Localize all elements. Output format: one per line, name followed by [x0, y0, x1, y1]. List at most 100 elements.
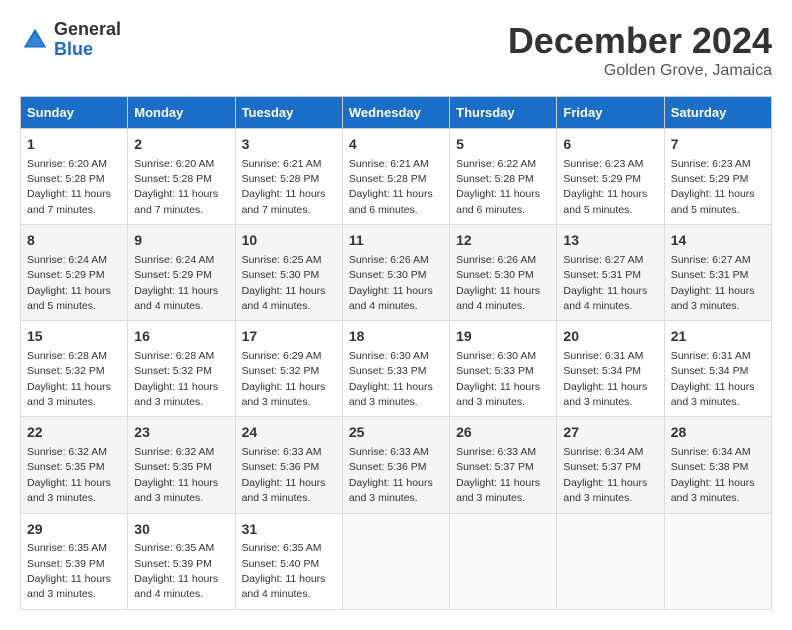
calendar-cell: 9 Sunrise: 6:24 AMSunset: 5:29 PMDaylight…: [128, 225, 235, 321]
title-section: December 2024 Golden Grove, Jamaica: [508, 20, 772, 80]
logo-icon: [20, 25, 50, 55]
location-title: Golden Grove, Jamaica: [508, 62, 772, 80]
day-info: Sunrise: 6:27 AMSunset: 5:31 PMDaylight:…: [563, 254, 647, 312]
day-info: Sunrise: 6:30 AMSunset: 5:33 PMDaylight:…: [456, 350, 540, 408]
day-number: 1: [27, 135, 121, 155]
calendar-header-row: SundayMondayTuesdayWednesdayThursdayFrid…: [21, 97, 772, 129]
day-info: Sunrise: 6:33 AMSunset: 5:36 PMDaylight:…: [242, 446, 326, 504]
calendar-cell: 22 Sunrise: 6:32 AMSunset: 5:35 PMDayligh…: [21, 417, 128, 513]
day-info: Sunrise: 6:20 AMSunset: 5:28 PMDaylight:…: [27, 158, 111, 216]
day-number: 7: [671, 135, 765, 155]
day-info: Sunrise: 6:30 AMSunset: 5:33 PMDaylight:…: [349, 350, 433, 408]
day-number: 26: [456, 423, 550, 443]
calendar-week-2: 8 Sunrise: 6:24 AMSunset: 5:29 PMDaylight…: [21, 225, 772, 321]
day-info: Sunrise: 6:23 AMSunset: 5:29 PMDaylight:…: [671, 158, 755, 216]
calendar-cell: 12 Sunrise: 6:26 AMSunset: 5:30 PMDayligh…: [450, 225, 557, 321]
day-info: Sunrise: 6:35 AMSunset: 5:39 PMDaylight:…: [27, 542, 111, 600]
calendar-cell: 16 Sunrise: 6:28 AMSunset: 5:32 PMDayligh…: [128, 321, 235, 417]
calendar-cell: 13Sunrise: 6:27 AMSunset: 5:31 PMDayligh…: [557, 225, 664, 321]
day-info: Sunrise: 6:26 AMSunset: 5:30 PMDaylight:…: [349, 254, 433, 312]
day-number: 25: [349, 423, 443, 443]
day-number: 16: [134, 327, 228, 347]
logo-blue: Blue: [54, 40, 121, 60]
day-number: 8: [27, 231, 121, 251]
calendar-cell: 23 Sunrise: 6:32 AMSunset: 5:35 PMDayligh…: [128, 417, 235, 513]
day-info: Sunrise: 6:24 AMSunset: 5:29 PMDaylight:…: [27, 254, 111, 312]
header-day-tuesday: Tuesday: [235, 97, 342, 129]
calendar-cell: 5 Sunrise: 6:22 AMSunset: 5:28 PMDaylight…: [450, 129, 557, 225]
day-info: Sunrise: 6:31 AMSunset: 5:34 PMDaylight:…: [671, 350, 755, 408]
calendar-cell: 25Sunrise: 6:33 AMSunset: 5:36 PMDayligh…: [342, 417, 449, 513]
day-number: 9: [134, 231, 228, 251]
day-info: Sunrise: 6:35 AMSunset: 5:40 PMDaylight:…: [242, 542, 326, 600]
day-number: 3: [242, 135, 336, 155]
calendar-cell: 18 Sunrise: 6:30 AMSunset: 5:33 PMDayligh…: [342, 321, 449, 417]
day-info: Sunrise: 6:22 AMSunset: 5:28 PMDaylight:…: [456, 158, 540, 216]
header-day-saturday: Saturday: [664, 97, 771, 129]
logo: General Blue: [20, 20, 121, 60]
day-number: 21: [671, 327, 765, 347]
calendar-cell: 2 Sunrise: 6:20 AMSunset: 5:28 PMDaylight…: [128, 129, 235, 225]
calendar-week-5: 29Sunrise: 6:35 AMSunset: 5:39 PMDayligh…: [21, 513, 772, 609]
day-info: Sunrise: 6:26 AMSunset: 5:30 PMDaylight:…: [456, 254, 540, 312]
header-day-friday: Friday: [557, 97, 664, 129]
day-info: Sunrise: 6:20 AMSunset: 5:28 PMDaylight:…: [134, 158, 218, 216]
calendar-week-4: 22 Sunrise: 6:32 AMSunset: 5:35 PMDayligh…: [21, 417, 772, 513]
calendar-week-3: 15Sunrise: 6:28 AMSunset: 5:32 PMDayligh…: [21, 321, 772, 417]
day-number: 17: [242, 327, 336, 347]
calendar-cell: [342, 513, 449, 609]
day-number: 28: [671, 423, 765, 443]
day-number: 5: [456, 135, 550, 155]
day-number: 18: [349, 327, 443, 347]
day-number: 4: [349, 135, 443, 155]
day-number: 23: [134, 423, 228, 443]
calendar-cell: 21 Sunrise: 6:31 AMSunset: 5:34 PMDayligh…: [664, 321, 771, 417]
calendar-week-1: 1 Sunrise: 6:20 AMSunset: 5:28 PMDaylight…: [21, 129, 772, 225]
month-title: December 2024: [508, 20, 772, 62]
day-info: Sunrise: 6:28 AMSunset: 5:32 PMDaylight:…: [27, 350, 111, 408]
header-day-sunday: Sunday: [21, 97, 128, 129]
calendar-cell: [664, 513, 771, 609]
calendar-table: SundayMondayTuesdayWednesdayThursdayFrid…: [20, 96, 772, 610]
day-info: Sunrise: 6:29 AMSunset: 5:32 PMDaylight:…: [242, 350, 326, 408]
day-info: Sunrise: 6:21 AMSunset: 5:28 PMDaylight:…: [242, 158, 326, 216]
day-number: 19: [456, 327, 550, 347]
day-info: Sunrise: 6:32 AMSunset: 5:35 PMDaylight:…: [27, 446, 111, 504]
day-number: 20: [563, 327, 657, 347]
day-number: 24: [242, 423, 336, 443]
day-number: 2: [134, 135, 228, 155]
day-info: Sunrise: 6:28 AMSunset: 5:32 PMDaylight:…: [134, 350, 218, 408]
calendar-cell: 14Sunrise: 6:27 AMSunset: 5:31 PMDayligh…: [664, 225, 771, 321]
calendar-cell: [450, 513, 557, 609]
day-number: 6: [563, 135, 657, 155]
header-day-monday: Monday: [128, 97, 235, 129]
day-number: 22: [27, 423, 121, 443]
calendar-cell: 10Sunrise: 6:25 AMSunset: 5:30 PMDayligh…: [235, 225, 342, 321]
header-day-thursday: Thursday: [450, 97, 557, 129]
calendar-cell: 26 Sunrise: 6:33 AMSunset: 5:37 PMDayligh…: [450, 417, 557, 513]
day-info: Sunrise: 6:21 AMSunset: 5:28 PMDaylight:…: [349, 158, 433, 216]
day-number: 27: [563, 423, 657, 443]
day-number: 29: [27, 520, 121, 540]
calendar-cell: 20Sunrise: 6:31 AMSunset: 5:34 PMDayligh…: [557, 321, 664, 417]
day-number: 30: [134, 520, 228, 540]
calendar-cell: 7 Sunrise: 6:23 AMSunset: 5:29 PMDaylight…: [664, 129, 771, 225]
calendar-cell: 3 Sunrise: 6:21 AMSunset: 5:28 PMDaylight…: [235, 129, 342, 225]
day-info: Sunrise: 6:27 AMSunset: 5:31 PMDaylight:…: [671, 254, 755, 312]
day-info: Sunrise: 6:24 AMSunset: 5:29 PMDaylight:…: [134, 254, 218, 312]
calendar-cell: 4 Sunrise: 6:21 AMSunset: 5:28 PMDaylight…: [342, 129, 449, 225]
calendar-cell: 28 Sunrise: 6:34 AMSunset: 5:38 PMDayligh…: [664, 417, 771, 513]
day-info: Sunrise: 6:25 AMSunset: 5:30 PMDaylight:…: [242, 254, 326, 312]
calendar-cell: 27Sunrise: 6:34 AMSunset: 5:37 PMDayligh…: [557, 417, 664, 513]
calendar-cell: [557, 513, 664, 609]
day-number: 11: [349, 231, 443, 251]
day-number: 31: [242, 520, 336, 540]
calendar-cell: 17 Sunrise: 6:29 AMSunset: 5:32 PMDayligh…: [235, 321, 342, 417]
day-info: Sunrise: 6:32 AMSunset: 5:35 PMDaylight:…: [134, 446, 218, 504]
day-info: Sunrise: 6:33 AMSunset: 5:37 PMDaylight:…: [456, 446, 540, 504]
logo-general: General: [54, 20, 121, 40]
calendar-cell: 31Sunrise: 6:35 AMSunset: 5:40 PMDayligh…: [235, 513, 342, 609]
day-info: Sunrise: 6:34 AMSunset: 5:38 PMDaylight:…: [671, 446, 755, 504]
day-number: 12: [456, 231, 550, 251]
calendar-cell: 8 Sunrise: 6:24 AMSunset: 5:29 PMDaylight…: [21, 225, 128, 321]
